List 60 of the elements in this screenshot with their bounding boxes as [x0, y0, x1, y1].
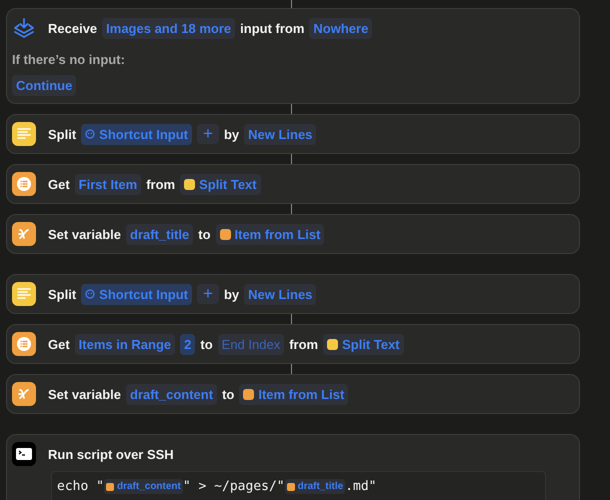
variable-token[interactable]: Shortcut Input [81, 284, 192, 304]
action-text: from [146, 176, 176, 192]
action-text: to [222, 386, 234, 402]
action-card[interactable]: Split Shortcut Input + by New Lines [6, 274, 580, 314]
variable-token[interactable]: draft_title [284, 479, 346, 494]
parameter-token[interactable]: New Lines [244, 284, 316, 304]
script-text: echo " [57, 479, 104, 494]
add-button[interactable]: + [197, 124, 219, 144]
list-icon [12, 172, 36, 196]
parameter-token[interactable]: First Item [74, 174, 142, 194]
variable-icon [12, 382, 36, 406]
parameter-token[interactable]: draft_title [126, 224, 194, 244]
action-text: Split [48, 126, 76, 142]
variable-token[interactable]: Split Text [323, 334, 404, 354]
parameter-token[interactable]: Continue [12, 75, 76, 96]
action-text: Get [48, 176, 70, 192]
action-text: input from [240, 20, 304, 36]
action-text: from [289, 336, 318, 352]
parameter-token[interactable]: End Index [218, 334, 284, 354]
input-icon [85, 289, 96, 299]
list-icon [12, 332, 36, 356]
action-text: by [224, 286, 240, 302]
parameter-token[interactable]: Images and 18 more [102, 18, 236, 38]
action-card[interactable]: Run script over SSH echo " draft_content" > ~/pages/" draft_title.md" [6, 434, 580, 500]
variable-token[interactable]: Item from List [239, 384, 348, 404]
action-text: Set variable [48, 386, 121, 402]
action-card[interactable]: Set variable draft_title to Item from List [6, 214, 580, 254]
text-lines-icon [12, 122, 36, 146]
input-icon [85, 129, 96, 139]
action-text: Receive [48, 20, 98, 36]
script-text: " > ~/pages/" [182, 479, 285, 494]
action-card[interactable]: Get Items in Range 2 to End Index from Split Text [6, 324, 580, 364]
variable-token[interactable]: Shortcut Input [81, 124, 192, 144]
variable-icon [12, 222, 36, 246]
number-token[interactable]: 2 [180, 334, 196, 354]
parameter-token[interactable]: Nowhere [309, 18, 372, 38]
action-text: by [224, 126, 240, 142]
action-card[interactable]: Split Shortcut Input + by New Lines [6, 114, 580, 154]
action-text: Run script over SSH [48, 446, 174, 462]
terminal-icon [12, 442, 36, 466]
stack-icon [12, 16, 36, 40]
script-text: .md" [345, 479, 376, 494]
fallback-label: If there’s no input: [12, 52, 126, 67]
action-text: to [200, 336, 213, 352]
action-text: to [198, 226, 211, 242]
variable-token[interactable]: Item from List [216, 224, 324, 244]
script-field[interactable]: echo " draft_content" > ~/pages/" draft_title.md" [51, 471, 546, 500]
parameter-token[interactable]: Items in Range [74, 334, 176, 354]
variable-token[interactable]: Split Text [180, 174, 261, 194]
text-lines-icon [12, 282, 36, 306]
action-text: Split [48, 286, 76, 302]
action-card[interactable]: Get First Item from Split Text [6, 164, 580, 204]
parameter-token[interactable]: draft_content [126, 384, 218, 404]
parameter-token[interactable]: New Lines [244, 124, 316, 144]
add-button[interactable]: + [197, 284, 219, 304]
action-text: Get [48, 336, 70, 352]
action-card[interactable]: Set variable draft_content to Item from List [6, 374, 580, 414]
action-card[interactable]: Receive Images and 18 more input from Nowhere If there’s no input: Continue [6, 8, 580, 104]
variable-token[interactable]: draft_content [104, 479, 183, 494]
action-text: Set variable [48, 226, 121, 242]
